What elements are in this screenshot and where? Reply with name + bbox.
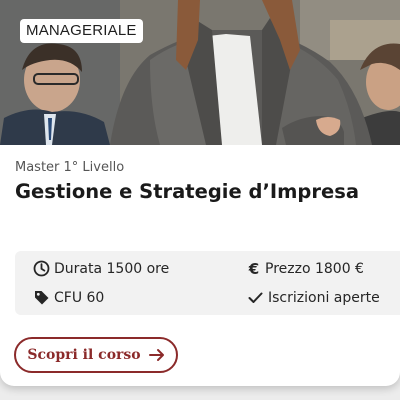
discover-course-label: Scopri il corso — [27, 347, 141, 363]
enrollment-detail: Iscrizioni aperte — [247, 289, 380, 306]
clock-icon — [33, 260, 50, 277]
credits-label: CFU 60 — [54, 289, 105, 306]
category-badge: MANAGERIALE — [20, 19, 143, 43]
tag-icon — [33, 289, 50, 306]
duration-label: Durata 1500 ore — [54, 260, 170, 277]
duration-detail: Durata 1500 ore — [33, 260, 169, 277]
course-title: Gestione e Strategie d’Impresa — [15, 180, 360, 203]
course-level: Master 1° Livello — [15, 160, 125, 175]
course-card: MANAGERIALE Master 1° Livello Gestione e… — [0, 0, 400, 386]
arrow-right-icon — [148, 348, 165, 362]
course-cover-image: MANAGERIALE — [0, 0, 400, 145]
check-icon — [247, 289, 264, 306]
price-label: Prezzo 1800 € — [265, 260, 364, 277]
credits-detail: CFU 60 — [33, 289, 104, 306]
discover-course-button[interactable]: Scopri il corso — [14, 337, 178, 373]
price-detail: € Prezzo 1800 € — [247, 259, 364, 278]
euro-icon: € — [248, 259, 260, 278]
enrollment-label: Iscrizioni aperte — [268, 289, 380, 306]
